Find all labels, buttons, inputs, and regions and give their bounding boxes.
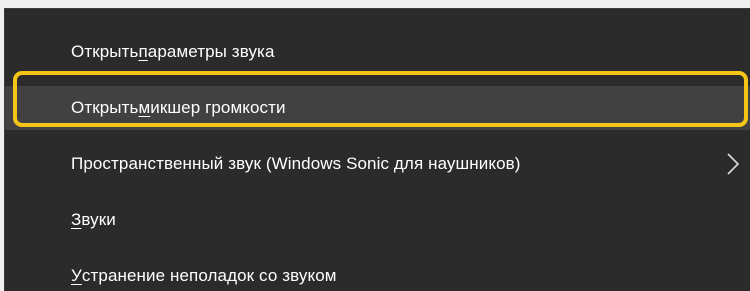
- menu-item-label: Пространственный звук (Windows Sonic для…: [71, 154, 521, 173]
- access-key-letter: З: [71, 210, 82, 229]
- access-key-letter: п: [138, 42, 148, 61]
- menu-item-open-sound-settings[interactable]: Открыть п араметры звука: [5, 30, 750, 74]
- menu-item-sounds[interactable]: Звуки: [5, 198, 750, 242]
- screenshot-canvas: Открыть п араметры звука Открыть м икшер г…: [0, 0, 750, 291]
- menu-item-label-prefix: Открыть: [71, 98, 139, 117]
- menu-item-label-suffix: странение неполадок со звуком: [81, 266, 337, 285]
- menu-item-spatial-sound[interactable]: Пространственный звук (Windows Sonic для…: [5, 142, 750, 186]
- access-key-letter: У: [71, 266, 82, 285]
- menu-item-open-volume-mixer[interactable]: Открыть м икшер громкости: [5, 86, 750, 130]
- sound-context-menu: Открыть п араметры звука Открыть м икшер г…: [4, 8, 750, 291]
- menu-item-label-suffix: араметры звука: [147, 42, 275, 61]
- menu-item-label-suffix: вуки: [81, 210, 116, 229]
- menu-item-troubleshoot-sound[interactable]: Устранение неполадок со звуком: [5, 254, 750, 291]
- menu-item-label-suffix: икшер громкости: [150, 98, 286, 117]
- menu-item-label-prefix: Открыть: [71, 42, 139, 61]
- chevron-right-icon: [727, 153, 740, 175]
- access-key-letter: м: [138, 98, 151, 117]
